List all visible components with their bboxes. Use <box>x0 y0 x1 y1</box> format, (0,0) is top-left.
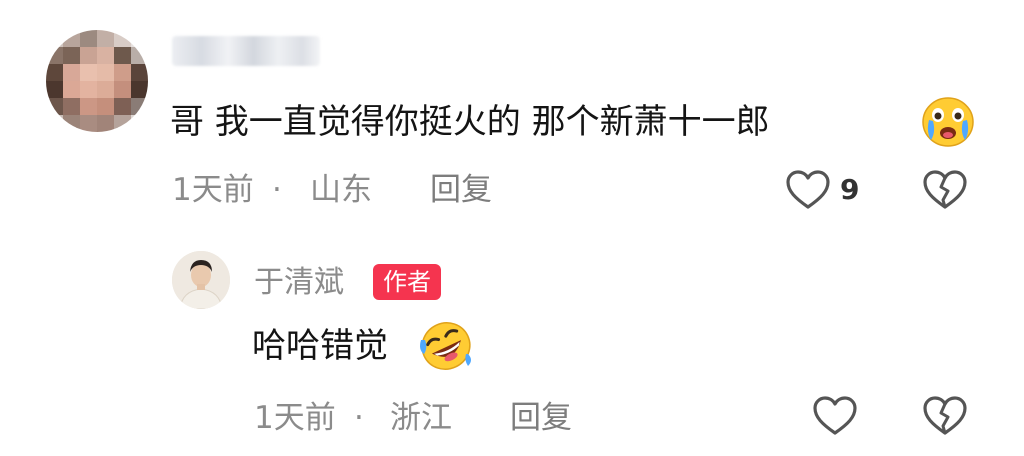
commenter-avatar[interactable] <box>46 30 148 132</box>
reply-dot-separator: · <box>354 400 364 436</box>
comment-text-row: 哥 我一直觉得你挺火的 那个新萧十一郎 <box>170 102 770 142</box>
dislike-broken-heart-icon[interactable] <box>922 170 968 210</box>
reply-text: 哈哈错觉 <box>252 326 388 366</box>
author-avatar[interactable] <box>172 251 230 309</box>
comment-time: 1天前 <box>172 172 254 208</box>
comment-location: 山东 <box>310 172 372 208</box>
like-heart-icon[interactable] <box>785 170 831 210</box>
commenter-username-blurred[interactable] <box>172 36 320 66</box>
author-badge: 作者 <box>373 264 441 300</box>
reply-like-heart-icon[interactable] <box>812 396 858 436</box>
reply-reply-button[interactable]: 回复 <box>510 400 572 436</box>
reply-time: 1天前 <box>254 400 336 436</box>
reply-dislike-broken-heart-icon[interactable] <box>922 396 968 436</box>
author-username[interactable]: 于清斌 <box>254 265 344 301</box>
rolling-laughing-face-icon <box>418 320 474 372</box>
comment-text: 哥 我一直觉得你挺火的 那个新萧十一郎 <box>170 102 770 142</box>
like-count: 9 <box>840 173 860 206</box>
comment-reply-button[interactable]: 回复 <box>430 172 492 208</box>
crying-face-icon <box>920 96 976 148</box>
reply-location: 浙江 <box>390 400 452 436</box>
comment-dot-separator: · <box>272 172 282 208</box>
reply-text-row: 哈哈错觉 <box>252 326 388 366</box>
